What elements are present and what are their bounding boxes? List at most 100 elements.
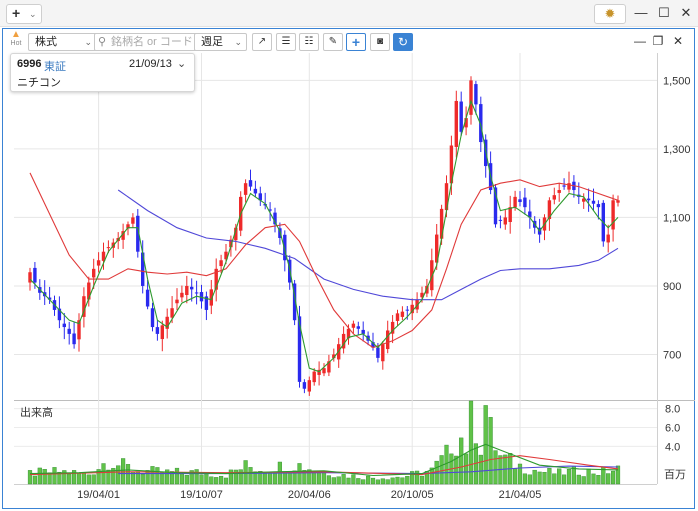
volume-bar (67, 473, 72, 485)
candle (160, 325, 164, 340)
volume-bar (297, 463, 302, 485)
stock-market: 東証 (44, 61, 66, 73)
candle (606, 234, 610, 243)
candle (562, 185, 566, 187)
volume-bar (174, 467, 180, 485)
volume-bar (576, 474, 581, 485)
candle (395, 313, 400, 321)
volume-bar (380, 478, 385, 485)
chevron-down-circle-icon[interactable]: ⌄ (177, 57, 186, 70)
volume-bar (238, 469, 243, 485)
candle (297, 316, 302, 382)
volume-bar (321, 471, 327, 485)
volume-bar (282, 472, 287, 485)
volume-bar (81, 472, 86, 485)
volume-bar (513, 468, 518, 485)
volume-unit-label: 百万 (664, 469, 686, 481)
volume-moving-average-short (29, 443, 619, 477)
volume-bar (268, 472, 273, 485)
candle (498, 219, 503, 221)
candle (616, 200, 620, 203)
candle (513, 196, 517, 208)
volume-bar (375, 479, 380, 485)
volume-bar (272, 473, 278, 485)
volume-bar (439, 455, 444, 485)
candle (243, 183, 248, 195)
volume-bar (493, 450, 498, 485)
candle (454, 100, 458, 147)
volume-pane-title: 出来高 (20, 405, 53, 419)
candle (302, 382, 307, 389)
price-tick-label: 1,500 (663, 75, 691, 87)
volume-bar (37, 467, 42, 485)
volume-bar (331, 477, 336, 485)
volume-bar (336, 476, 341, 485)
volume-bar (395, 476, 400, 485)
price-tick-label: 700 (663, 349, 681, 361)
volume-bar (454, 455, 459, 485)
candle (96, 260, 101, 266)
candle (503, 217, 507, 225)
volume-bar (361, 479, 366, 485)
volume-bar (547, 468, 552, 485)
candle (518, 199, 522, 203)
candle (376, 347, 380, 358)
volume-bar (223, 477, 229, 485)
time-tick-label: 20/04/06 (288, 489, 331, 501)
volume-bar (566, 469, 572, 485)
candle (194, 292, 199, 294)
candle (386, 330, 390, 350)
candle (381, 344, 385, 362)
volume-bar (155, 467, 160, 485)
volume-bar (390, 477, 395, 485)
stock-name: ニチコン (17, 77, 61, 89)
volume-bar (312, 471, 317, 485)
volume-bar (370, 477, 376, 485)
candle (145, 289, 150, 307)
candle (474, 84, 478, 105)
candle (405, 309, 409, 311)
volume-bar (611, 470, 616, 485)
candle (248, 180, 253, 187)
volume-bar (204, 472, 209, 485)
candle (155, 327, 160, 334)
candle (611, 200, 615, 230)
volume-bar (209, 476, 214, 485)
candle (586, 198, 591, 201)
candle (356, 326, 360, 329)
volume-bar (199, 474, 204, 485)
candle (190, 286, 194, 290)
volume-bar (478, 454, 483, 485)
volume-bar (522, 473, 527, 485)
volume-bar (228, 469, 233, 485)
candle (351, 323, 356, 328)
candle (400, 311, 405, 317)
candle (322, 368, 326, 374)
stock-info-box: 6996 東証 21/09/13 ⌄ ニチコン (10, 53, 195, 92)
candle (253, 188, 258, 194)
volume-tick-label: 6.0 (665, 422, 680, 434)
candle (552, 195, 556, 200)
candle (131, 217, 135, 224)
volume-bar (218, 475, 224, 485)
volume-bar (32, 475, 37, 485)
volume-bar (532, 469, 537, 485)
candle (92, 268, 96, 278)
stock-date: 21/09/13 (129, 58, 172, 70)
volume-bar (125, 464, 131, 485)
volume-bar (586, 468, 591, 485)
volume-bar (101, 463, 106, 485)
volume-bar (606, 473, 611, 485)
candle (557, 190, 561, 193)
volume-bar (596, 475, 601, 485)
volume-bar (120, 458, 126, 485)
volume-tick-label: 8.0 (665, 404, 680, 416)
price-tick-label: 900 (663, 281, 681, 293)
price-tick-label: 1,100 (663, 212, 691, 224)
volume-bar (179, 472, 184, 485)
volume-bar (415, 470, 420, 485)
volume-bar (263, 473, 268, 485)
candle (596, 204, 601, 208)
volume-bar (326, 475, 331, 485)
volume-bar (488, 417, 493, 485)
